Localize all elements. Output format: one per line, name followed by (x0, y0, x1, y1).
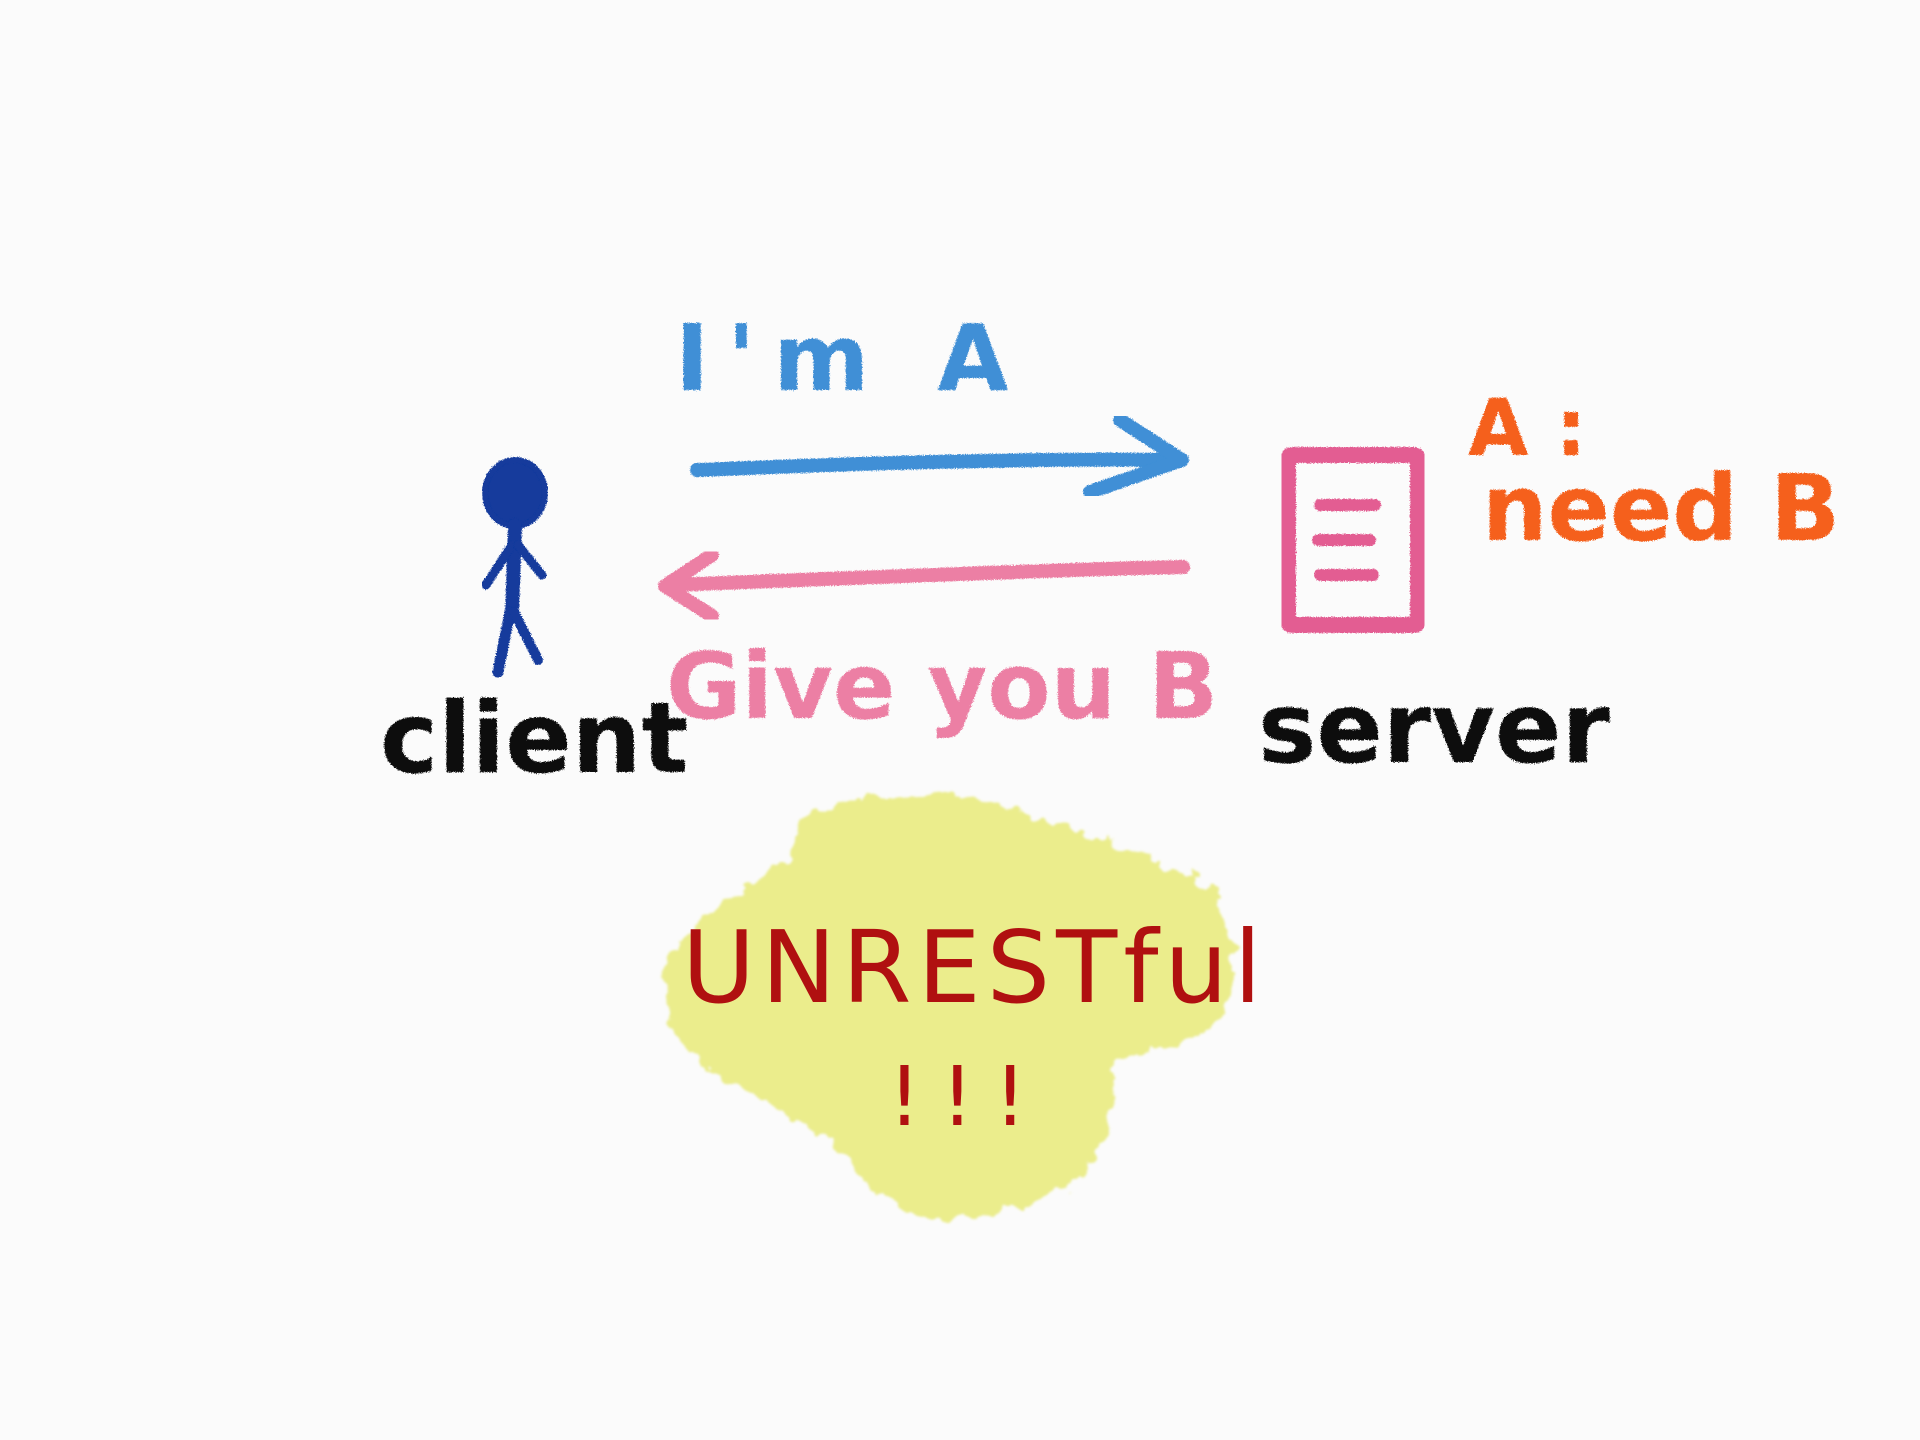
client-figure-icon (481, 457, 548, 678)
response-label: Give you B (666, 633, 1218, 740)
whiteboard-diagram: I'm A Give you B A : need B client serve… (380, 305, 1840, 1219)
verdict-exclaim: !!! (888, 1050, 1047, 1145)
request-arrow (690, 413, 1189, 499)
client-label: client (380, 682, 688, 796)
response-arrow (658, 548, 1190, 623)
server-label: server (1258, 672, 1610, 786)
server-document-icon (1280, 447, 1426, 633)
canvas: I'm A Give you B A : need B client serve… (0, 0, 1920, 1440)
server-note-line2: need B (1482, 455, 1840, 562)
verdict-label: UNRESTful (682, 909, 1268, 1026)
request-label: I'm A (675, 305, 1027, 412)
